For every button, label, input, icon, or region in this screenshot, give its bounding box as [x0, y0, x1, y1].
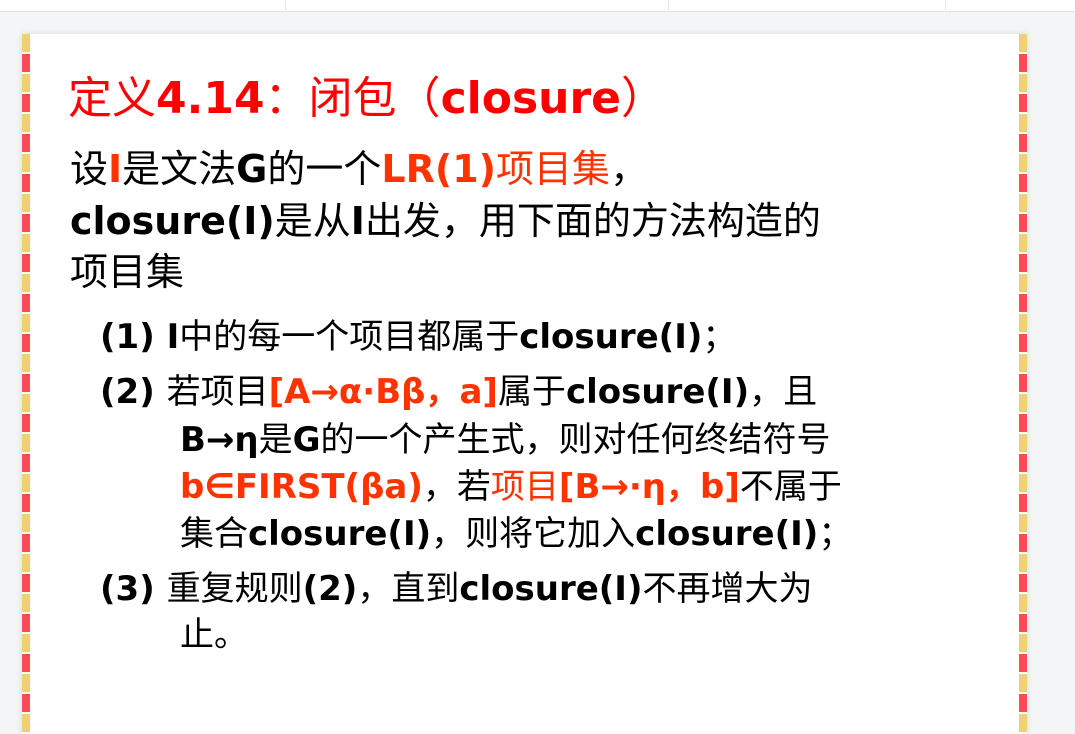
text-run: closure(I): [248, 514, 432, 554]
text-run: ）: [621, 73, 666, 124]
text-run: [B→·η，b]: [558, 467, 740, 507]
text-run: ，且: [749, 372, 818, 412]
text-run: B→η: [180, 420, 259, 460]
text-run: 项目集: [496, 147, 611, 191]
text-run: G: [292, 420, 321, 460]
rule-line: (1) I中的每一个项目都属于closure(I)；: [100, 309, 736, 358]
text-run: 设: [70, 147, 109, 191]
text-run: 是文法: [122, 147, 237, 191]
text-run: (1): [100, 317, 167, 357]
text-run: I: [166, 317, 180, 357]
text-run: LR(1): [381, 147, 497, 191]
viewer-toolbar: [0, 0, 1075, 12]
text-run: closure(I): [519, 317, 703, 357]
text-run: ：闭包（: [264, 73, 441, 124]
text-run: ，则将它加入: [431, 514, 636, 554]
divider: [285, 0, 286, 10]
text-run: 集合: [180, 514, 248, 554]
text-run: 属于: [497, 372, 566, 412]
text-run: 项目: [490, 467, 559, 507]
text-run: 重复规则: [166, 569, 303, 609]
text-run: 若项目: [166, 372, 269, 412]
text-run: closure(I): [459, 569, 643, 609]
rule-line: 止。: [180, 607, 248, 656]
text-run: [A→α·Bβ，a]: [268, 372, 498, 412]
text-run: 是从: [274, 199, 351, 243]
decorative-border-left: [22, 34, 30, 734]
text-run: closure: [440, 73, 622, 124]
text-run: (3): [100, 569, 167, 609]
text-run: 出发，用下面的方法构造的: [364, 199, 821, 243]
rule-line: 集合closure(I)，则将它加入closure(I)；: [180, 506, 852, 555]
text-run: 的一个: [267, 147, 382, 191]
text-run: 的一个产生式，则对任何终结符号: [320, 420, 831, 460]
text-run: closure(I): [70, 199, 275, 243]
slide-title: 定义4.14：闭包（closure）: [68, 62, 665, 126]
intro-line: 项目集: [70, 241, 184, 296]
rule-line: B→η是G的一个产生式，则对任何终结符号: [180, 412, 831, 461]
text-run: closure(I): [635, 514, 819, 554]
text-run: b∈FIRST(βa): [180, 467, 423, 507]
text-run: 4.14: [156, 73, 265, 124]
text-run: 不属于: [739, 467, 842, 507]
divider: [945, 0, 946, 10]
divider: [668, 0, 669, 10]
text-run: 中的每一个项目都属于: [179, 317, 520, 357]
decorative-border-right: [1019, 34, 1027, 734]
text-run: ，: [610, 147, 649, 191]
text-run: ；: [702, 317, 737, 357]
rule-line: b∈FIRST(βa)，若项目[B→·η，b]不属于: [180, 459, 842, 508]
text-run: 不再增大为: [642, 569, 813, 609]
slide-page: 定义4.14：闭包（closure） 设I是文法G的一个LR(1)项目集， clo…: [22, 34, 1027, 734]
text-run: G: [236, 147, 268, 191]
text-run: 定义: [68, 73, 156, 124]
text-run: ，直到: [357, 569, 460, 609]
rule-line: (2) 若项目[A→α·Bβ，a]属于closure(I)，且: [100, 364, 817, 413]
text-run: 是: [258, 420, 293, 460]
text-run: 项目集: [70, 250, 185, 294]
text-run: ，若: [422, 467, 491, 507]
text-run: I: [350, 199, 365, 243]
text-run: ；: [818, 514, 853, 554]
text-run: closure(I): [565, 372, 750, 412]
text-run: (2): [302, 569, 358, 609]
intro-line: 设I是文法G的一个LR(1)项目集，: [70, 138, 648, 193]
text-run: (2): [100, 372, 167, 412]
rule-line: (3) 重复规则(2)，直到closure(I)不再增大为: [100, 561, 813, 610]
text-run: 止。: [180, 615, 248, 655]
intro-line: closure(I)是从I出发，用下面的方法构造的: [70, 190, 821, 245]
text-run: I: [108, 147, 123, 191]
